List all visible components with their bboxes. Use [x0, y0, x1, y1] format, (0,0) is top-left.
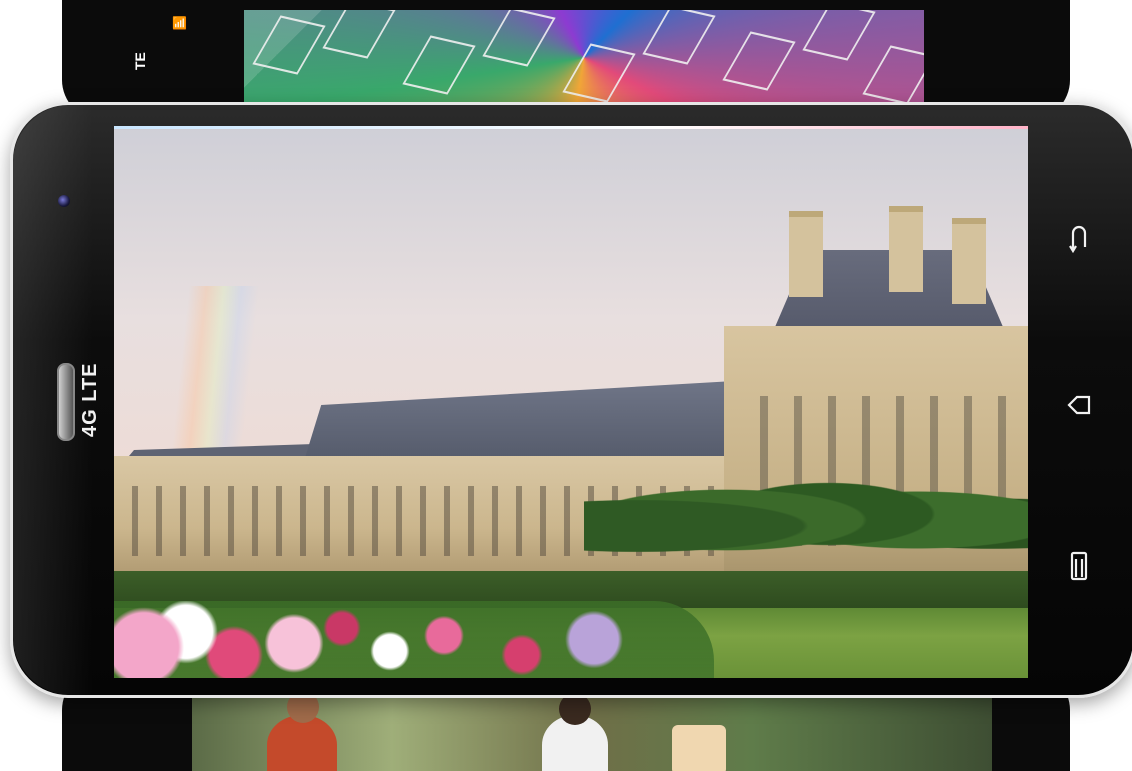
back-key[interactable]: [1062, 220, 1096, 254]
home-icon: [1067, 395, 1091, 415]
trees: [584, 466, 1028, 586]
network-label: 4G LTE: [79, 362, 101, 437]
speaker-grille: [57, 363, 75, 441]
palace-roof: [304, 381, 734, 461]
flower-bed: [114, 601, 714, 678]
menu-key[interactable]: [1062, 549, 1096, 583]
main-phone: 4G LTE: [10, 102, 1132, 698]
back-icon: [1069, 225, 1087, 253]
front-camera-icon: [58, 195, 70, 207]
wifi-icon: 📶: [172, 16, 187, 30]
menu-icon: [1070, 551, 1088, 581]
home-key[interactable]: [1062, 388, 1096, 422]
back-phone-top-screen: [244, 10, 924, 105]
back-phone-top-label: TE: [132, 52, 148, 70]
back-phone-bottom-screen: [192, 691, 992, 771]
phone-screen-photo: [114, 126, 1028, 678]
